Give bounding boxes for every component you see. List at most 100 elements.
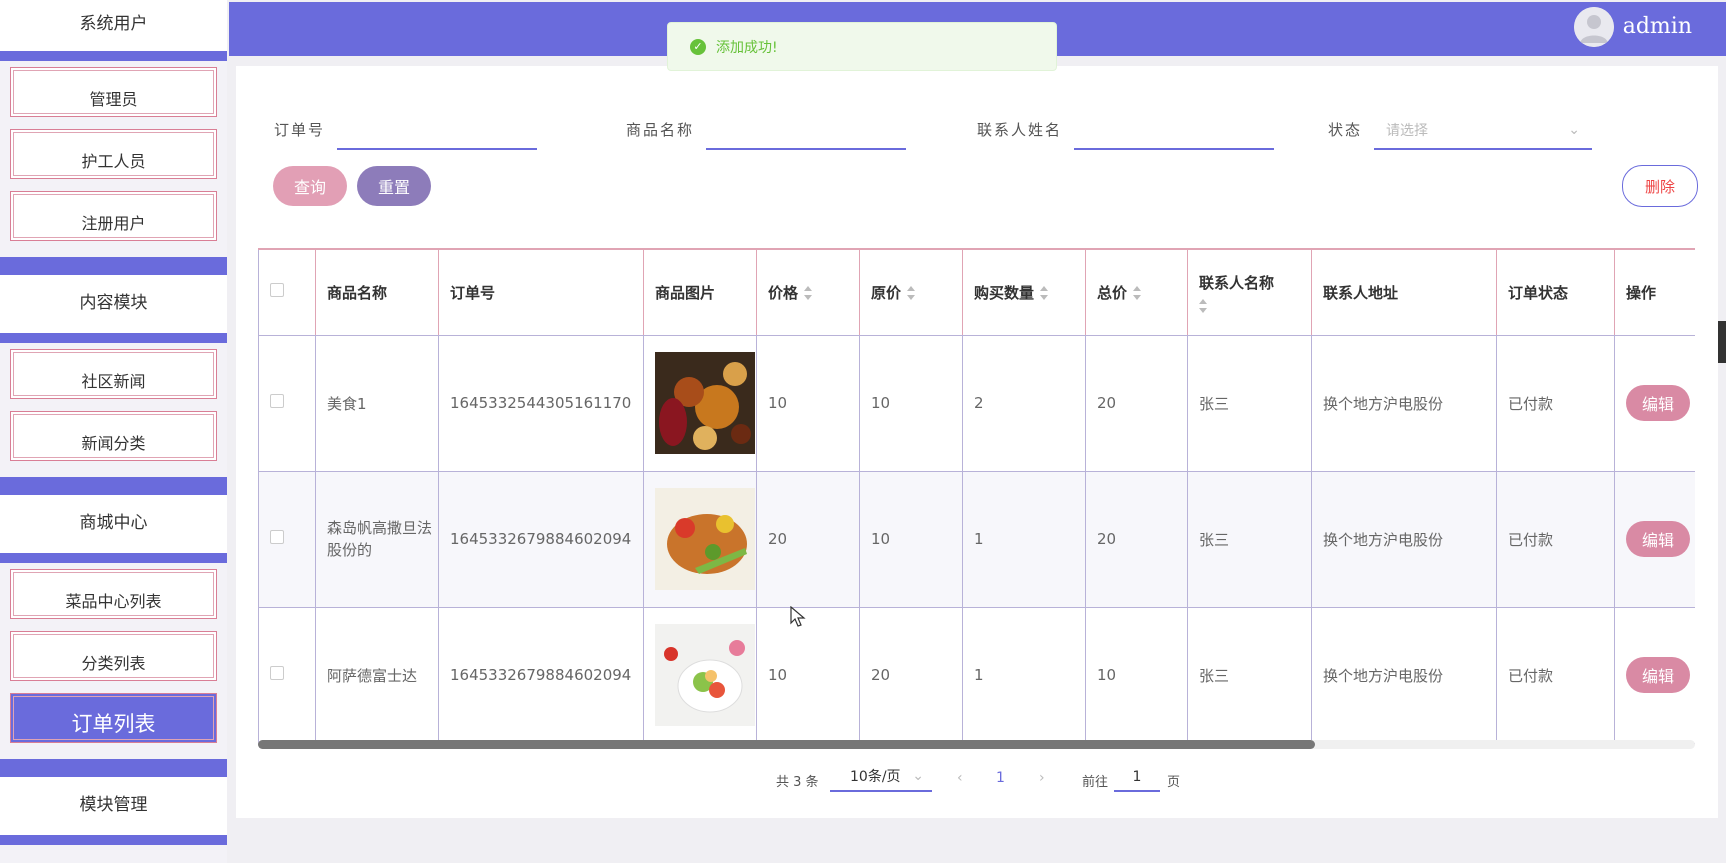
- menu-group-title: 商城中心: [79, 513, 148, 533]
- row-select-cell: [258, 471, 316, 608]
- cell-actions: 编辑: [1614, 471, 1695, 608]
- sort-icon[interactable]: [1133, 286, 1142, 301]
- page-size-select[interactable]: 10条/页 ⌄: [830, 762, 932, 792]
- menu-group-content[interactable]: 内容模块: [0, 275, 227, 333]
- column-label: 原价: [871, 283, 902, 302]
- cell-product-name: 阿萨德富士达: [315, 607, 439, 744]
- horizontal-scrollbar[interactable]: [258, 740, 1695, 749]
- main-panel: 订单号 商品名称 联系人姓名 状态 请选择 ⌄ 查询 重置 删除 商品名称 订单…: [236, 66, 1718, 818]
- column-label: 商品图片: [655, 283, 716, 302]
- menu-group-system-users[interactable]: 系统用户: [0, 0, 227, 51]
- contact-name-input[interactable]: [1074, 112, 1275, 150]
- status-select[interactable]: 请选择 ⌄: [1374, 112, 1593, 150]
- cell-price: 10: [756, 335, 860, 472]
- sidebar-item-caregivers[interactable]: 护工人员: [10, 129, 217, 179]
- user-avatar-icon: [1574, 7, 1614, 47]
- menu-divider: [0, 257, 227, 275]
- cell-total: 10: [1085, 607, 1188, 744]
- sidebar-item-label: 管理员: [89, 90, 138, 109]
- sidebar-item-admins[interactable]: 管理员: [10, 67, 217, 117]
- cell-original-price: 20: [859, 607, 963, 744]
- edit-button[interactable]: 编辑: [1626, 657, 1690, 693]
- sort-icon[interactable]: [907, 286, 916, 301]
- col-actions: 操作: [1614, 248, 1695, 336]
- edit-button[interactable]: 编辑: [1626, 385, 1690, 421]
- orders-table: 商品名称 订单号 商品图片 价格 原价 购买数量 总价 联系人名称 联系人地址 …: [258, 248, 1695, 748]
- sidebar-item-label: 菜品中心列表: [65, 592, 162, 611]
- col-original-price[interactable]: 原价: [859, 248, 963, 336]
- reset-button[interactable]: 重置: [357, 166, 431, 206]
- sidebar-item-news-categories[interactable]: 新闻分类: [10, 411, 217, 461]
- col-order-status: 订单状态: [1496, 248, 1615, 336]
- col-price[interactable]: 价格: [756, 248, 860, 336]
- column-label: 联系人地址: [1323, 283, 1399, 302]
- food-image-3[interactable]: [655, 624, 755, 726]
- sidebar-item-label: 社区新闻: [81, 372, 146, 391]
- column-label: 订单号: [450, 283, 496, 302]
- sort-icon[interactable]: [804, 286, 813, 301]
- row-select-cell: [258, 335, 316, 472]
- cell-product-image: [643, 335, 757, 472]
- contact-name-label: 联系人姓名: [977, 121, 1063, 139]
- goto-page-input[interactable]: 1: [1114, 762, 1160, 792]
- submenu-content: 社区新闻 新闻分类: [0, 343, 227, 477]
- avatar[interactable]: [1574, 7, 1614, 47]
- menu-group-title: 内容模块: [79, 293, 148, 313]
- sidebar-item-label: 护工人员: [81, 152, 146, 171]
- cell-original-price: 10: [859, 471, 963, 608]
- prev-page-icon[interactable]: ‹: [957, 770, 963, 786]
- pagination-total: 共 3 条: [776, 775, 819, 790]
- sidebar-item-order-list[interactable]: 订单列表: [10, 693, 217, 743]
- sort-icon[interactable]: [1199, 298, 1207, 313]
- sidebar-item-category-list[interactable]: 分类列表: [10, 631, 217, 681]
- select-all-header: [258, 248, 316, 336]
- page-number[interactable]: 1: [996, 770, 1005, 786]
- chevron-down-icon: ⌄: [912, 768, 924, 784]
- next-page-icon[interactable]: ›: [1039, 770, 1045, 786]
- menu-group-modules[interactable]: 模块管理: [0, 777, 227, 835]
- col-total[interactable]: 总价: [1085, 248, 1188, 336]
- menu-divider: [0, 759, 227, 777]
- table-row: 阿萨德富士达 1645332679884602094 10 20 1 10 张三…: [258, 607, 1695, 744]
- order-no-input[interactable]: [337, 112, 538, 150]
- scrollbar-thumb[interactable]: [258, 740, 1315, 749]
- status-label: 状态: [1328, 121, 1363, 139]
- sidebar-item-community-news[interactable]: 社区新闻: [10, 349, 217, 399]
- row-checkbox[interactable]: [270, 394, 284, 408]
- col-product-image: 商品图片: [643, 248, 757, 336]
- sort-icon[interactable]: [1040, 286, 1049, 301]
- cell-order-status: 已付款: [1496, 471, 1615, 608]
- row-checkbox[interactable]: [270, 666, 284, 680]
- food-image-1[interactable]: [655, 352, 755, 454]
- order-no-field: 订单号: [274, 110, 538, 150]
- sidebar-item-registered-users[interactable]: 注册用户: [10, 191, 217, 241]
- menu-divider: [0, 333, 227, 343]
- cell-contact-name: 张三: [1187, 607, 1312, 744]
- username[interactable]: admin: [1623, 14, 1692, 39]
- query-button[interactable]: 查询: [273, 166, 347, 206]
- cell-order-no: 1645332679884602094: [438, 607, 644, 744]
- menu-divider: [0, 835, 227, 845]
- row-checkbox[interactable]: [270, 530, 284, 544]
- col-quantity[interactable]: 购买数量: [962, 248, 1086, 336]
- status-placeholder: 请选择: [1386, 123, 1429, 139]
- menu-group-title: 系统用户: [79, 14, 148, 34]
- sidebar-item-label: 订单列表: [71, 712, 156, 736]
- select-all-checkbox[interactable]: [270, 283, 284, 298]
- col-contact-name[interactable]: 联系人名称: [1187, 248, 1312, 336]
- search-form: 订单号 商品名称 联系人姓名 状态 请选择 ⌄: [236, 110, 1718, 150]
- cell-quantity: 2: [962, 335, 1086, 472]
- column-label: 操作: [1626, 283, 1657, 302]
- delete-button[interactable]: 删除: [1622, 165, 1698, 207]
- submenu-system-users: 管理员 护工人员 注册用户: [0, 61, 227, 257]
- cell-price: 20: [756, 471, 860, 608]
- cell-total: 20: [1085, 471, 1188, 608]
- menu-group-mall[interactable]: 商城中心: [0, 495, 227, 553]
- food-image-2[interactable]: [655, 488, 755, 590]
- cell-contact-address: 换个地方沪电股份: [1311, 607, 1497, 744]
- sidebar-item-dish-list[interactable]: 菜品中心列表: [10, 569, 217, 619]
- order-no-label: 订单号: [274, 121, 326, 139]
- product-name-input[interactable]: [706, 112, 907, 150]
- column-label: 价格: [768, 283, 799, 302]
- edit-button[interactable]: 编辑: [1626, 521, 1690, 557]
